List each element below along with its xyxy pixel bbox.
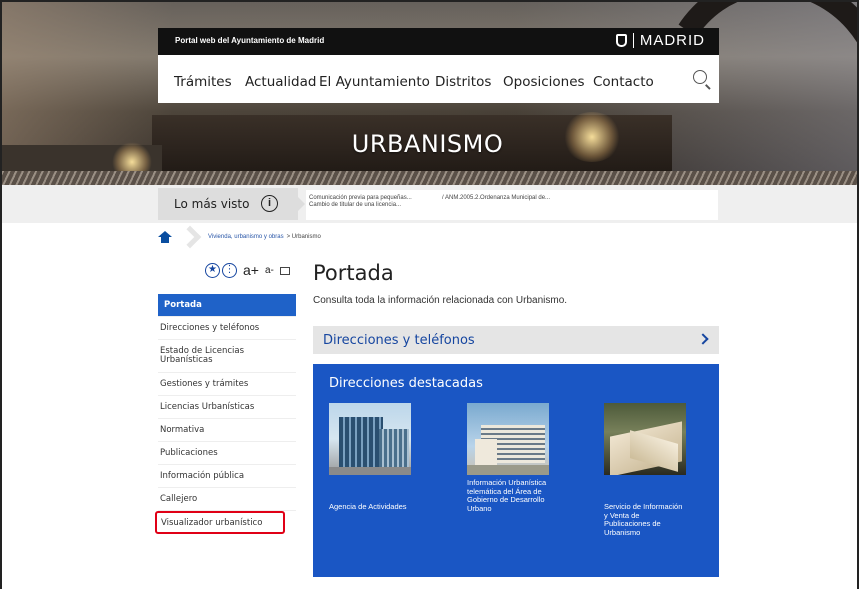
nav-item-tramites[interactable]: Trámites bbox=[174, 74, 232, 90]
madrid-shield-icon bbox=[615, 34, 627, 47]
font-increase-button[interactable]: a+ bbox=[243, 262, 259, 278]
sidebar-menu: Portada Direcciones y teléfonos Estado d… bbox=[155, 294, 296, 534]
top-bar: Portal web del Ayuntamiento de Madrid MA… bbox=[158, 28, 719, 55]
font-decrease-button[interactable]: a- bbox=[265, 265, 274, 276]
nav-item-oposiciones[interactable]: Oposiciones bbox=[503, 74, 585, 90]
accessibility-tools: ★ ⋮ a+ a- bbox=[205, 262, 290, 278]
sidebar-item-informacion-publica[interactable]: Información pública bbox=[158, 465, 296, 488]
open-book-image[interactable] bbox=[604, 403, 686, 475]
breadcrumb-separator-icon bbox=[178, 228, 202, 246]
direcciones-destacadas-panel: Direcciones destacadas Agencia de Activi… bbox=[313, 364, 719, 577]
portal-link[interactable]: Portal web del Ayuntamiento de Madrid bbox=[175, 36, 324, 45]
sidebar-item-normativa[interactable]: Normativa bbox=[158, 419, 296, 442]
card-label[interactable]: Agencia de Actividades bbox=[329, 502, 411, 512]
share-icon[interactable]: ⋮ bbox=[222, 262, 237, 278]
main-nav: Trámites Actualidad El Ayuntamiento Dist… bbox=[158, 55, 719, 103]
direcciones-link-label: Direcciones y teléfonos bbox=[323, 333, 475, 348]
sidebar-item-gestiones[interactable]: Gestiones y trámites bbox=[158, 373, 296, 396]
government-building-image[interactable] bbox=[467, 403, 549, 475]
print-icon[interactable] bbox=[279, 267, 290, 275]
destacada-card-informacion[interactable]: Información Urbanística telemática del Á… bbox=[467, 403, 549, 513]
direcciones-link-bar[interactable]: Direcciones y teléfonos bbox=[313, 326, 719, 354]
breadcrumb-item-vivienda[interactable]: Vivienda, urbanismo y obras bbox=[208, 234, 284, 240]
destacadas-heading: Direcciones destacadas bbox=[329, 376, 483, 391]
sidebar-item-estado-licencias[interactable]: Estado de Licencias Urbanísticas bbox=[158, 340, 296, 373]
favorite-icon[interactable]: ★ bbox=[205, 262, 220, 278]
mas-visto-link[interactable]: Comunicación previa para pequeñas... Cam… bbox=[309, 195, 427, 209]
section-title: URBANISMO bbox=[351, 130, 504, 158]
card-label[interactable]: Información Urbanística telemática del Á… bbox=[467, 478, 549, 513]
mas-visto-links: Comunicación previa para pequeñas... Cam… bbox=[306, 190, 718, 220]
breadcrumb-item-urbanismo: > Urbanismo bbox=[286, 234, 321, 240]
mas-visto-box: Lo más visto i bbox=[158, 188, 305, 220]
office-building-image[interactable] bbox=[329, 403, 411, 475]
sidebar-item-direcciones[interactable]: Direcciones y teléfonos bbox=[158, 317, 296, 340]
nav-item-actualidad[interactable]: Actualidad bbox=[245, 74, 316, 90]
nav-item-contacto[interactable]: Contacto bbox=[593, 74, 654, 90]
breadcrumb: Vivienda, urbanismo y obras > Urbanismo bbox=[158, 228, 321, 246]
page-intro: Consulta toda la información relacionada… bbox=[313, 295, 568, 306]
chevron-right-icon bbox=[697, 333, 709, 345]
brand-name: MADRID bbox=[639, 32, 705, 49]
page-title: Portada bbox=[313, 261, 394, 285]
home-icon[interactable] bbox=[158, 231, 172, 243]
sidebar-item-licencias[interactable]: Licencias Urbanísticas bbox=[158, 396, 296, 419]
sidebar-item-portada[interactable]: Portada bbox=[158, 294, 296, 317]
mas-visto-link[interactable]: / ANM.2005.2.Ordenanza Municipal de... bbox=[442, 195, 550, 201]
madrid-logo[interactable]: MADRID bbox=[615, 32, 705, 49]
info-icon[interactable]: i bbox=[261, 195, 278, 212]
nav-item-distritos[interactable]: Distritos bbox=[435, 74, 491, 90]
card-label[interactable]: Servicio de Información y Venta de Publi… bbox=[604, 502, 686, 537]
destacada-card-agencia[interactable]: Agencia de Actividades bbox=[329, 403, 411, 512]
sidebar-item-publicaciones[interactable]: Publicaciones bbox=[158, 442, 296, 465]
sidebar-item-callejero[interactable]: Callejero bbox=[158, 488, 296, 511]
nav-item-ayuntamiento[interactable]: El Ayuntamiento bbox=[319, 74, 430, 90]
search-icon[interactable] bbox=[693, 70, 707, 84]
mas-visto-label: Lo más visto bbox=[174, 197, 250, 211]
sidebar-item-visualizador[interactable]: Visualizador urbanístico bbox=[155, 511, 285, 534]
destacada-card-publicaciones[interactable]: Servicio de Información y Venta de Publi… bbox=[604, 403, 686, 537]
